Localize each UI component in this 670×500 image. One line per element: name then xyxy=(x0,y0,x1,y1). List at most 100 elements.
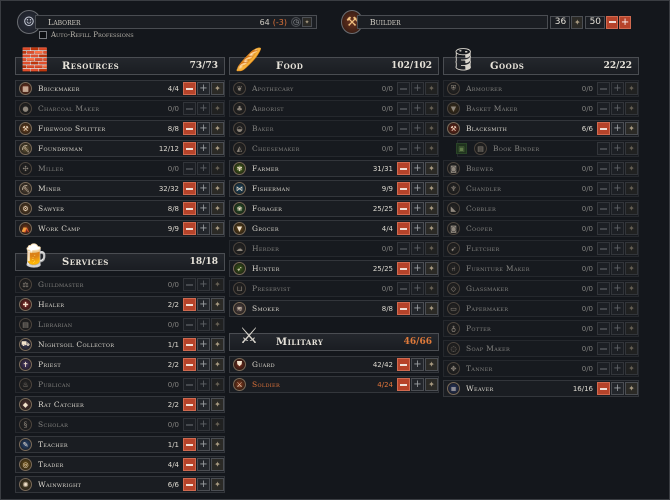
profession-row[interactable]: ◇ Glassmaker 0/0 + ✦ xyxy=(443,280,639,297)
increase-button[interactable]: + xyxy=(611,222,624,235)
profession-row[interactable]: ⑁ Furniture Maker 0/0 + ✦ xyxy=(443,260,639,277)
priority-lock-icon[interactable]: ✦ xyxy=(625,302,638,315)
autorefill-toggle[interactable]: Auto-Refill Professions xyxy=(39,31,134,39)
profession-row[interactable]: ✎ Teacher 1/1 + ✦ xyxy=(15,436,225,453)
profession-row[interactable]: ⚒ Firewood Splitter 8/8 + ✦ xyxy=(15,120,225,137)
increase-button[interactable]: + xyxy=(411,202,424,215)
priority-lock-icon[interactable]: ✦ xyxy=(625,242,638,255)
decrease-button[interactable] xyxy=(183,478,196,491)
decrease-button[interactable] xyxy=(597,342,610,355)
profession-row[interactable]: ✝ Priest 2/2 + ✦ xyxy=(15,356,225,373)
increase-button[interactable]: + xyxy=(611,282,624,295)
increase-button[interactable]: + xyxy=(611,362,624,375)
builder-minus-button[interactable] xyxy=(606,15,619,29)
increase-button[interactable]: + xyxy=(197,478,210,491)
profession-row[interactable]: ✥ Tanner 0/0 + ✦ xyxy=(443,360,639,377)
decrease-button[interactable] xyxy=(597,382,610,395)
increase-button[interactable]: + xyxy=(611,142,624,155)
priority-lock-icon[interactable]: ✦ xyxy=(211,182,224,195)
increase-button[interactable]: + xyxy=(411,122,424,135)
decrease-button[interactable] xyxy=(397,102,410,115)
profession-row[interactable]: ◎ Trader 4/4 + ✦ xyxy=(15,456,225,473)
decrease-button[interactable] xyxy=(183,358,196,371)
priority-lock-icon[interactable]: ✦ xyxy=(211,162,224,175)
decrease-button[interactable] xyxy=(397,82,410,95)
increase-button[interactable]: + xyxy=(411,262,424,275)
increase-button[interactable]: + xyxy=(197,338,210,351)
increase-button[interactable]: + xyxy=(611,242,624,255)
priority-lock-icon[interactable]: ✦ xyxy=(211,418,224,431)
decrease-button[interactable] xyxy=(183,418,196,431)
priority-lock-icon[interactable]: ✦ xyxy=(625,382,638,395)
decrease-button[interactable] xyxy=(397,262,410,275)
priority-lock-icon[interactable]: ✦ xyxy=(425,122,438,135)
profession-row[interactable]: ▼ Basket Maker 0/0 + ✦ xyxy=(443,100,639,117)
profession-row[interactable]: ☁ Herder 0/0 + ✦ xyxy=(229,240,439,257)
profession-row[interactable]: ⊔ Preservist 0/0 + ✦ xyxy=(229,280,439,297)
builder-plus-button[interactable]: + xyxy=(619,15,631,29)
priority-lock-icon[interactable]: ✦ xyxy=(425,202,438,215)
priority-lock-icon[interactable]: ✦ xyxy=(425,282,438,295)
profession-row[interactable]: ◌ Soap Maker 0/0 + ✦ xyxy=(443,340,639,357)
increase-button[interactable]: + xyxy=(411,82,424,95)
profession-row[interactable]: ⚖ Guildmaster 0/0 + ✦ xyxy=(15,276,225,293)
profession-row[interactable]: ▭ Papermaker 0/0 + ✦ xyxy=(443,300,639,317)
increase-button[interactable]: + xyxy=(611,382,624,395)
priority-lock-icon[interactable]: ✦ xyxy=(625,182,638,195)
increase-button[interactable]: + xyxy=(411,378,424,391)
increase-button[interactable]: + xyxy=(411,182,424,195)
increase-button[interactable]: + xyxy=(411,162,424,175)
increase-button[interactable]: + xyxy=(611,322,624,335)
decrease-button[interactable] xyxy=(597,322,610,335)
decrease-button[interactable] xyxy=(597,262,610,275)
priority-lock-icon[interactable]: ✦ xyxy=(625,82,638,95)
decrease-button[interactable] xyxy=(597,222,610,235)
decrease-button[interactable] xyxy=(397,182,410,195)
profession-row[interactable]: ⋈ Fisherman 9/9 + ✦ xyxy=(229,180,439,197)
priority-lock-icon[interactable]: ✦ xyxy=(425,262,438,275)
increase-button[interactable]: + xyxy=(197,418,210,431)
profession-row[interactable]: ⚙ Sawyer 8/8 + ✦ xyxy=(15,200,225,217)
clock-icon[interactable]: ◷ xyxy=(291,17,301,27)
profession-row[interactable]: ≣ Weaver 16/16 + ✦ xyxy=(443,380,639,397)
decrease-button[interactable] xyxy=(597,162,610,175)
builder-lock-icon[interactable]: ✦ xyxy=(571,15,584,29)
decrease-button[interactable] xyxy=(397,242,410,255)
increase-button[interactable]: + xyxy=(611,262,624,275)
priority-lock-icon[interactable]: ✦ xyxy=(425,242,438,255)
profession-row[interactable]: ⛊ Guard 42/42 + ✦ xyxy=(229,356,439,373)
priority-lock-icon[interactable]: ✦ xyxy=(211,478,224,491)
decrease-button[interactable] xyxy=(183,202,196,215)
profession-row[interactable]: ⛏ Miner 32/32 + ✦ xyxy=(15,180,225,197)
profession-row[interactable]: ✣ Miller 0/0 + ✦ xyxy=(15,160,225,177)
profession-row[interactable]: ♣ Arborist 0/0 + ✦ xyxy=(229,100,439,117)
priority-icon[interactable]: ✦ xyxy=(302,17,312,27)
decrease-button[interactable] xyxy=(397,202,410,215)
decrease-button[interactable] xyxy=(183,162,196,175)
profession-row[interactable]: ◒ Baker 0/0 + ✦ xyxy=(229,120,439,137)
priority-lock-icon[interactable]: ✦ xyxy=(625,342,638,355)
priority-lock-icon[interactable]: ✦ xyxy=(211,338,224,351)
increase-button[interactable]: + xyxy=(411,302,424,315)
decrease-button[interactable] xyxy=(397,162,410,175)
decrease-button[interactable] xyxy=(397,142,410,155)
decrease-button[interactable] xyxy=(597,122,610,135)
decrease-button[interactable] xyxy=(183,182,196,195)
decrease-button[interactable] xyxy=(397,358,410,371)
profession-row[interactable]: ✾ Farmer 31/31 + ✦ xyxy=(229,160,439,177)
profession-row[interactable]: ● Charcoal Maker 0/0 + ✦ xyxy=(15,100,225,117)
priority-lock-icon[interactable]: ✦ xyxy=(425,162,438,175)
profession-row[interactable]: ❀ Forager 25/25 + ✦ xyxy=(229,200,439,217)
profession-row[interactable]: ▦ Brickmaker 4/4 + ✦ xyxy=(15,80,225,97)
decrease-button[interactable] xyxy=(183,378,196,391)
priority-lock-icon[interactable]: ✦ xyxy=(211,398,224,411)
increase-button[interactable]: + xyxy=(197,398,210,411)
decrease-button[interactable] xyxy=(183,278,196,291)
decrease-button[interactable] xyxy=(183,338,196,351)
decrease-button[interactable] xyxy=(597,82,610,95)
priority-lock-icon[interactable]: ✦ xyxy=(625,142,638,155)
priority-lock-icon[interactable]: ✦ xyxy=(425,358,438,371)
increase-button[interactable]: + xyxy=(611,202,624,215)
increase-button[interactable]: + xyxy=(411,102,424,115)
decrease-button[interactable] xyxy=(397,122,410,135)
